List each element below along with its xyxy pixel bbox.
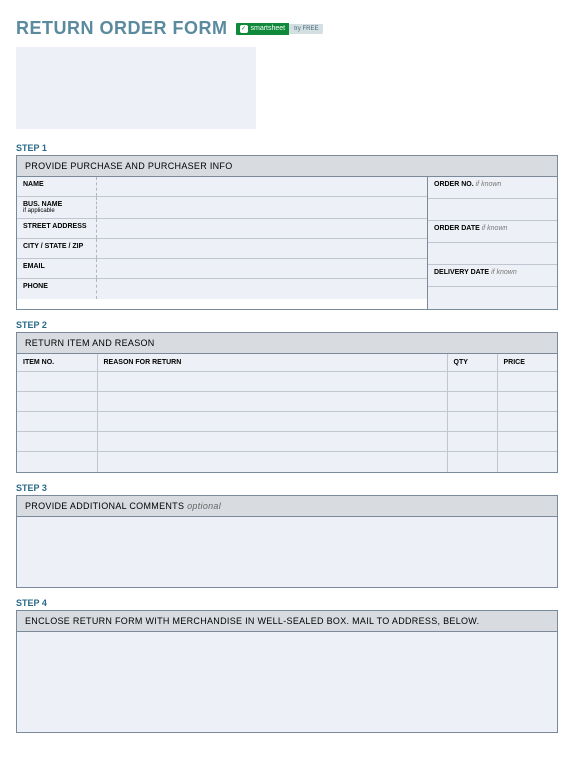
cell-price[interactable] bbox=[497, 412, 557, 432]
step1-body: NAME BUS. NAME if applicable STREET ADDR… bbox=[17, 177, 557, 309]
label-csz: CITY / STATE / ZIP bbox=[17, 239, 97, 258]
mailing-address-area bbox=[17, 632, 557, 732]
cell-reason[interactable] bbox=[97, 432, 447, 452]
input-order-no[interactable] bbox=[428, 199, 557, 221]
cell-price[interactable] bbox=[497, 452, 557, 472]
table-row bbox=[17, 372, 557, 392]
table-row bbox=[17, 412, 557, 432]
label-order-no: ORDER NO. if known bbox=[428, 177, 557, 199]
table-row bbox=[17, 432, 557, 452]
cell-item[interactable] bbox=[17, 432, 97, 452]
cell-reason[interactable] bbox=[97, 452, 447, 472]
step4-section: ENCLOSE RETURN FORM WITH MERCHANDISE IN … bbox=[16, 610, 558, 733]
label-bus-name: BUS. NAME if applicable bbox=[17, 197, 97, 218]
input-order-date[interactable] bbox=[428, 243, 557, 265]
step3-label: STEP 3 bbox=[16, 483, 558, 493]
cell-qty[interactable] bbox=[447, 392, 497, 412]
page-title: RETURN ORDER FORM bbox=[16, 18, 228, 39]
col-reason: REASON FOR RETURN bbox=[97, 354, 447, 372]
logo-placeholder bbox=[16, 47, 256, 129]
cell-qty[interactable] bbox=[447, 372, 497, 392]
cell-reason[interactable] bbox=[97, 412, 447, 432]
cell-qty[interactable] bbox=[447, 452, 497, 472]
step1-left: NAME BUS. NAME if applicable STREET ADDR… bbox=[17, 177, 427, 309]
cell-item[interactable] bbox=[17, 392, 97, 412]
row-name: NAME bbox=[17, 177, 427, 197]
step1-section: PROVIDE PURCHASE AND PURCHASER INFO NAME… bbox=[16, 155, 558, 310]
step2-section: RETURN ITEM AND REASON ITEM NO. REASON F… bbox=[16, 332, 558, 473]
label-order-date: ORDER DATE if known bbox=[428, 221, 557, 243]
step4-header: ENCLOSE RETURN FORM WITH MERCHANDISE IN … bbox=[17, 611, 557, 632]
cell-reason[interactable] bbox=[97, 392, 447, 412]
cell-item[interactable] bbox=[17, 412, 97, 432]
provider-badge[interactable]: smartsheet try FREE bbox=[236, 22, 324, 36]
input-name[interactable] bbox=[97, 177, 427, 196]
title-row: RETURN ORDER FORM smartsheet try FREE bbox=[16, 18, 558, 39]
cell-reason[interactable] bbox=[97, 372, 447, 392]
step3-section: PROVIDE ADDITIONAL COMMENTS optional bbox=[16, 495, 558, 588]
label-street: STREET ADDRESS bbox=[17, 219, 97, 238]
input-bus-name[interactable] bbox=[97, 197, 427, 218]
label-email: EMAIL bbox=[17, 259, 97, 278]
row-csz: CITY / STATE / ZIP bbox=[17, 239, 427, 259]
label-delivery-date: DELIVERY DATE if known bbox=[428, 265, 557, 287]
step1-label: STEP 1 bbox=[16, 143, 558, 153]
step2-label: STEP 2 bbox=[16, 320, 558, 330]
items-table: ITEM NO. REASON FOR RETURN QTY PRICE bbox=[17, 354, 557, 472]
label-phone: PHONE bbox=[17, 279, 97, 299]
step3-header: PROVIDE ADDITIONAL COMMENTS optional bbox=[17, 496, 557, 517]
cell-qty[interactable] bbox=[447, 432, 497, 452]
step1-header: PROVIDE PURCHASE AND PURCHASER INFO bbox=[17, 156, 557, 177]
cell-item[interactable] bbox=[17, 372, 97, 392]
step2-header: RETURN ITEM AND REASON bbox=[17, 333, 557, 354]
row-bus-name: BUS. NAME if applicable bbox=[17, 197, 427, 219]
row-phone: PHONE bbox=[17, 279, 427, 299]
input-phone[interactable] bbox=[97, 279, 427, 299]
table-row bbox=[17, 452, 557, 472]
input-email[interactable] bbox=[97, 259, 427, 278]
row-email: EMAIL bbox=[17, 259, 427, 279]
badge-brand: smartsheet bbox=[236, 23, 290, 35]
col-item-no: ITEM NO. bbox=[17, 354, 97, 372]
cell-price[interactable] bbox=[497, 392, 557, 412]
input-delivery-date[interactable] bbox=[428, 287, 557, 309]
input-csz[interactable] bbox=[97, 239, 427, 258]
row-street: STREET ADDRESS bbox=[17, 219, 427, 239]
table-row bbox=[17, 392, 557, 412]
badge-cta: try FREE bbox=[289, 24, 323, 34]
comments-input[interactable] bbox=[17, 517, 557, 587]
cell-price[interactable] bbox=[497, 372, 557, 392]
label-name: NAME bbox=[17, 177, 97, 196]
cell-item[interactable] bbox=[17, 452, 97, 472]
cell-price[interactable] bbox=[497, 432, 557, 452]
cell-qty[interactable] bbox=[447, 412, 497, 432]
col-qty: QTY bbox=[447, 354, 497, 372]
input-street[interactable] bbox=[97, 219, 427, 238]
col-price: PRICE bbox=[497, 354, 557, 372]
step4-label: STEP 4 bbox=[16, 598, 558, 608]
step1-right: ORDER NO. if known ORDER DATE if known D… bbox=[427, 177, 557, 309]
